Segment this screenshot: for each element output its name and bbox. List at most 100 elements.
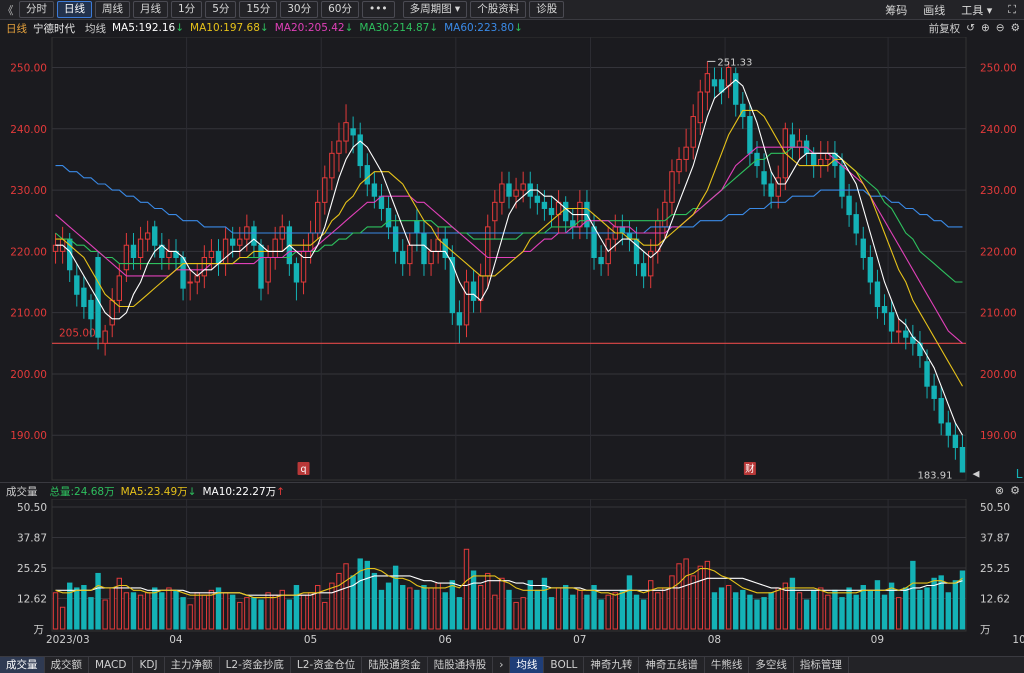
ma-label: 均线	[85, 22, 106, 35]
volume-bar	[577, 589, 583, 630]
candle-body	[407, 244, 413, 265]
candle-body	[350, 128, 356, 136]
volume-bar	[130, 592, 137, 630]
settings-icon[interactable]: ⚙	[1011, 22, 1020, 34]
period-tab[interactable]: 60分	[321, 1, 359, 18]
y-tick-label-right: 12.62	[980, 594, 1010, 606]
y-tick-label-left: 250.00	[10, 63, 47, 75]
volume-bar	[180, 597, 186, 630]
indicator-tab[interactable]: KDJ	[133, 657, 165, 673]
zoom-out-icon[interactable]: ⊖	[996, 22, 1005, 34]
indicator-tab[interactable]: 均线	[510, 657, 545, 673]
candle-body	[683, 146, 689, 160]
indicator-tab[interactable]: 成交量	[0, 657, 45, 673]
candle-body	[562, 201, 569, 222]
volume-bar	[173, 589, 179, 630]
volume-bar	[655, 592, 661, 630]
candle-body	[945, 422, 951, 436]
ma20-value: MA20:205.42↓	[274, 22, 354, 34]
candle-body	[194, 275, 200, 283]
period-tab[interactable]: 月线	[133, 1, 168, 18]
indicator-tab[interactable]: BOLL	[544, 657, 585, 673]
period-tab[interactable]: 5分	[205, 1, 237, 18]
period-tab[interactable]: 1分	[171, 1, 203, 18]
low-label: 183.91	[917, 471, 952, 482]
y-tick-label-left: 200.00	[10, 369, 47, 381]
chips-button[interactable]: 筹码	[877, 2, 915, 18]
volume-bar	[88, 597, 94, 630]
indicator-tab[interactable]: ›	[493, 657, 511, 673]
candle-body	[874, 281, 881, 308]
volume-bar	[584, 594, 590, 630]
close-icon[interactable]: ⊗	[995, 484, 1004, 497]
indicator-tab[interactable]: 成交额	[45, 657, 89, 673]
volume-bar	[449, 580, 456, 630]
x-tick-label: 09	[871, 634, 884, 646]
toolbar-right: 筹码 画线 工具 ▾ ⛶	[877, 0, 1024, 19]
indicator-tab[interactable]: 指标管理	[794, 657, 849, 673]
volume-bar	[570, 594, 576, 630]
unit-label-left: 万	[34, 624, 45, 636]
period-tab[interactable]: •••	[362, 1, 395, 18]
volume-bar	[421, 585, 427, 630]
candle-body	[237, 238, 243, 246]
candle-body	[924, 361, 930, 387]
volume-bar	[683, 558, 689, 630]
period-tab[interactable]: 周线	[95, 1, 130, 18]
candle-body	[747, 116, 753, 154]
period-tab[interactable]: 15分	[239, 1, 278, 18]
volume-bar	[95, 572, 101, 630]
volume-bar	[711, 592, 718, 630]
indicator-tab[interactable]: L2-资金抄底	[220, 657, 291, 673]
reset-icon[interactable]: ↺	[966, 22, 975, 34]
candle-body	[222, 238, 229, 265]
indicator-tabs: 成交量 成交额 MACD KDJ 主力净额 L2-资金抄底 L2-资金仓位 陆股通资金 陆股通持…	[0, 656, 1024, 673]
indicator-tab[interactable]: L2-资金仓位	[291, 657, 363, 673]
indicator-tab[interactable]: 多空线	[749, 657, 794, 673]
volume-bar	[187, 604, 193, 630]
period-tab[interactable]: 分时	[19, 1, 54, 18]
candle-body	[336, 140, 342, 154]
volume-bar	[357, 558, 363, 630]
draw-line-button[interactable]: 画线	[915, 2, 953, 18]
candle-body	[428, 250, 434, 265]
indicator-tab[interactable]: 主力净额	[165, 657, 220, 673]
diagnose-button[interactable]: 诊股	[529, 1, 565, 18]
indicator-tab[interactable]: 陆股通资金	[362, 657, 428, 673]
zoom-in-icon[interactable]: ⊕	[981, 22, 990, 34]
volume-bar	[506, 589, 512, 630]
fullscreen-icon[interactable]: ⛶	[1000, 3, 1024, 17]
plot-frame	[51, 37, 967, 481]
indicator-tab[interactable]: 陆股通持股	[428, 657, 494, 673]
volume-bar	[109, 587, 115, 630]
stock-profile-button[interactable]: 个股资料	[470, 1, 527, 18]
unit-label-right: 万	[980, 624, 991, 636]
period-tab[interactable]: 30分	[280, 1, 319, 18]
volume-bar	[201, 594, 208, 630]
settings-icon[interactable]: ⚙	[1010, 484, 1020, 497]
volume-chart[interactable]: 50.50 50.50 37.87 37.87 25.25 25.25 12.62 12.62…	[0, 499, 1024, 655]
multi-period-button[interactable]: 多周期图 ▾	[402, 1, 468, 18]
indicator-tab[interactable]: 牛熊线	[705, 657, 750, 673]
back-icon[interactable]: 《	[0, 2, 16, 18]
vol-ma5-value: MA5:23.49万↓	[120, 485, 197, 498]
stock-name: 宁德时代	[33, 22, 75, 35]
candle-body	[598, 257, 604, 265]
indicator-tab[interactable]: MACD	[89, 657, 134, 673]
volume-bar	[74, 587, 80, 630]
candlestick-chart[interactable]: 250.00 250.00 240.00 240.00 230.00 230.00 220.…	[0, 37, 1024, 482]
adjust-button[interactable]: 前复权	[929, 21, 961, 36]
volume-bar	[747, 594, 753, 630]
candle-body	[272, 238, 278, 259]
indicator-tab[interactable]: 神奇五线谱	[639, 657, 705, 673]
candle-body	[329, 152, 335, 179]
volume-bar	[676, 563, 682, 630]
period-tab[interactable]: 日线	[57, 1, 92, 18]
indicator-tab[interactable]: 神奇九转	[584, 657, 640, 673]
candle-body	[591, 226, 597, 259]
volume-bar	[144, 592, 151, 630]
candle-body	[860, 238, 866, 259]
candle-body	[513, 189, 519, 197]
volume-bar	[704, 560, 711, 630]
tools-menu[interactable]: 工具 ▾	[953, 2, 1000, 18]
